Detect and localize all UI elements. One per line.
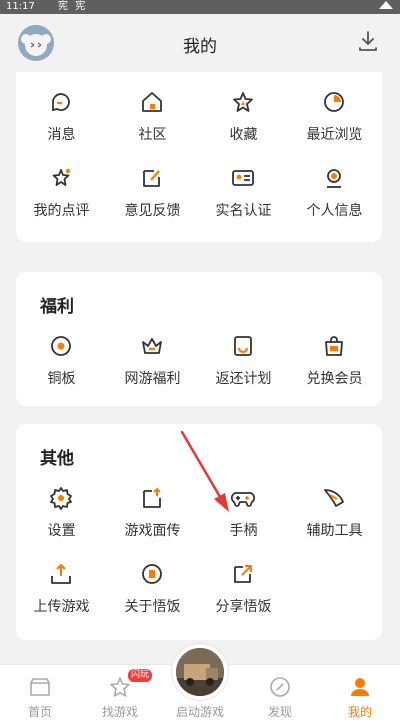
battery-icon bbox=[378, 0, 394, 15]
home-icon bbox=[142, 92, 162, 112]
message-icon bbox=[52, 93, 70, 112]
tab-mine[interactable]: 我的 bbox=[320, 665, 400, 720]
grid-item-messages[interactable]: 消息 bbox=[16, 90, 107, 150]
vip-bag-icon bbox=[325, 336, 343, 356]
grid-item-label: 辅助工具 bbox=[306, 523, 363, 539]
grid-item-label: 设置 bbox=[47, 523, 76, 539]
grid-item-my-reviews[interactable]: 我的点评 bbox=[16, 166, 107, 226]
grid-item-label: 手柄 bbox=[229, 523, 258, 539]
id-card-icon bbox=[232, 170, 254, 186]
user-icon bbox=[327, 169, 341, 188]
grid-item-label: 游戏面传 bbox=[124, 523, 181, 539]
rebate-icon bbox=[234, 336, 252, 356]
grid-item-label: 最近浏览 bbox=[306, 127, 363, 143]
page-title: 我的 bbox=[183, 37, 217, 57]
tab-label: 我的 bbox=[347, 705, 372, 719]
folder-upload-icon bbox=[143, 488, 161, 508]
review-star-icon bbox=[52, 168, 71, 186]
other-card: 其他 设置 游戏面传 手柄 辅助工具 上传游戏 关于悟饭 分享悟饭 bbox=[16, 424, 382, 640]
crown-icon bbox=[142, 338, 162, 354]
grid-item-redeem-vip[interactable]: 兑换会员 bbox=[289, 334, 380, 394]
edit-icon bbox=[143, 170, 160, 187]
grid-item-share[interactable]: 分享悟饭 bbox=[198, 562, 289, 622]
user-tab-icon bbox=[351, 678, 369, 696]
grid-item-about[interactable]: 关于悟饭 bbox=[107, 562, 198, 622]
grid-item-gamepad[interactable]: 手柄 bbox=[198, 486, 289, 546]
game-thumbnail bbox=[176, 648, 224, 696]
grid-item-label: 网游福利 bbox=[124, 371, 181, 387]
grid-item-label: 关于悟饭 bbox=[124, 599, 181, 615]
grid-item-profile[interactable]: 个人信息 bbox=[289, 166, 380, 226]
status-notification-glyphs: 宪 宪 bbox=[58, 1, 88, 12]
section-title-welfare: 福利 bbox=[40, 297, 74, 317]
grid-item-label: 兑换会员 bbox=[306, 371, 363, 387]
grid-item-label: 意见反馈 bbox=[124, 203, 181, 219]
tab-home[interactable]: 首页 bbox=[0, 665, 80, 720]
launch-game-button[interactable] bbox=[172, 644, 228, 700]
tab-badge: 闪玩 bbox=[128, 669, 153, 682]
coin-icon bbox=[51, 336, 71, 356]
download-icon[interactable] bbox=[358, 30, 378, 52]
gamepad-icon bbox=[231, 491, 255, 507]
grid-item-upload-game[interactable]: 上传游戏 bbox=[16, 562, 107, 622]
grid-item-community[interactable]: 社区 bbox=[107, 90, 198, 150]
tab-discover[interactable]: 发现 bbox=[240, 665, 320, 720]
upload-icon bbox=[51, 564, 71, 584]
grid-item-label: 个人信息 bbox=[306, 203, 363, 219]
grid-item-feedback[interactable]: 意见反馈 bbox=[107, 166, 198, 226]
star-icon bbox=[233, 92, 253, 112]
home-tab-icon bbox=[30, 678, 50, 696]
grid-item-settings[interactable]: 设置 bbox=[16, 486, 107, 546]
grid-item-coins[interactable]: 铜板 bbox=[16, 334, 107, 394]
grid-item-assist-tools[interactable]: 辅助工具 bbox=[289, 486, 380, 546]
compass-icon bbox=[270, 677, 290, 697]
status-bar: 11:17 宪 宪 bbox=[0, 0, 400, 14]
grid-item-verification[interactable]: 实名认证 bbox=[198, 166, 289, 226]
grid-item-label: 铜板 bbox=[47, 371, 76, 387]
gear-icon bbox=[50, 487, 72, 510]
grid-item-label: 实名认证 bbox=[215, 203, 272, 219]
grid-item-label: 返还计划 bbox=[215, 371, 272, 387]
wing-icon bbox=[324, 489, 344, 507]
grid-item-label: 社区 bbox=[138, 127, 167, 143]
grid-item-rebate-plan[interactable]: 返还计划 bbox=[198, 334, 289, 394]
main-menu-card: 消息 社区 收藏 最近浏览 我的点评 意见反馈 实名认证 个人信息 bbox=[16, 72, 382, 242]
tab-label: 找游戏 bbox=[101, 705, 138, 719]
grid-item-label: 分享悟饭 bbox=[215, 599, 272, 615]
status-time: 11:17 bbox=[6, 1, 35, 12]
grid-item-recent[interactable]: 最近浏览 bbox=[289, 90, 380, 150]
clock-icon bbox=[324, 92, 344, 112]
section-title-other: 其他 bbox=[40, 449, 74, 469]
tab-find-games[interactable]: 闪玩 找游戏 bbox=[80, 665, 160, 720]
welfare-card: 福利 铜板 网游福利 返还计划 兑换会员 bbox=[16, 272, 382, 406]
grid-item-label: 消息 bbox=[47, 127, 76, 143]
share-icon bbox=[234, 565, 252, 583]
tab-label: 发现 bbox=[267, 705, 292, 719]
grid-item-label: 收藏 bbox=[229, 127, 258, 143]
grid-item-online-welfare[interactable]: 网游福利 bbox=[107, 334, 198, 394]
header: 我的 bbox=[0, 14, 400, 72]
grid-item-label: 上传游戏 bbox=[33, 599, 90, 615]
grid-item-favorites[interactable]: 收藏 bbox=[198, 90, 289, 150]
tab-label: 启动游戏 bbox=[175, 705, 224, 719]
info-icon bbox=[142, 564, 162, 584]
tab-label: 首页 bbox=[27, 705, 52, 719]
grid-item-game-transfer[interactable]: 游戏面传 bbox=[107, 486, 198, 546]
grid-item-label: 我的点评 bbox=[33, 203, 90, 219]
